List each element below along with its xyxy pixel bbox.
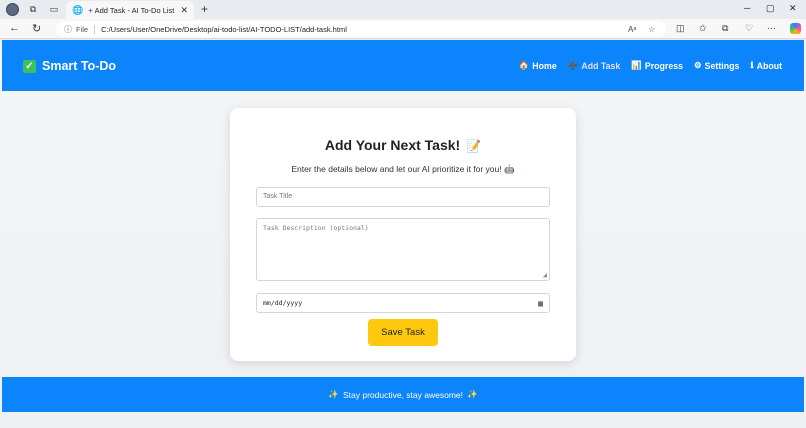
sparkles-icon: ✨ (467, 389, 478, 399)
brand-logo[interactable]: ✓ Smart To-Do (23, 59, 116, 73)
favorites-icon[interactable]: ✩ (699, 23, 707, 34)
read-aloud-icon[interactable]: Aᵃ (628, 21, 636, 37)
page: ✓ Smart To-Do 🏠 Home ➕ Add Task 📊 Progre… (0, 40, 806, 428)
task-description-placeholder: Task Description (optional) (263, 224, 369, 232)
brand-name: Smart To-Do (42, 59, 117, 73)
home-icon: 🏠 (518, 60, 530, 70)
resize-handle-icon[interactable]: ◢ (543, 271, 547, 279)
due-date-value: mm/dd/yyyy (263, 299, 303, 307)
save-task-button[interactable]: Save Task (368, 319, 438, 346)
info-icon: ℹ (750, 60, 754, 70)
file-label: File (76, 24, 96, 34)
copilot-icon[interactable] (790, 23, 801, 34)
profile-avatar[interactable] (6, 3, 19, 16)
close-tab-icon[interactable]: ✕ (180, 5, 188, 16)
tab-actions-icon[interactable]: ▭ (48, 3, 60, 15)
browser-essentials-icon[interactable]: ♡ (745, 23, 753, 34)
task-title-placeholder: Task Title (263, 193, 293, 200)
close-window-icon[interactable]: ✕ (789, 3, 797, 14)
browser-tab-bar: ⧉ ▭ 🌐 + Add Task - AI To-Do List ✕ + ─ ▢… (0, 0, 806, 19)
address-bar[interactable]: ⓘ File C:/Users/User/OneDrive/Desktop/ai… (56, 21, 666, 37)
info-icon[interactable]: ⓘ (64, 24, 72, 35)
bar-chart-icon: 📊 (631, 60, 642, 70)
nav-about-label: About (756, 60, 782, 71)
site-header: ✓ Smart To-Do 🏠 Home ➕ Add Task 📊 Progre… (2, 40, 804, 91)
nav-add-task-label: Add Task (581, 60, 621, 71)
page-title-text: Add Your Next Task! (324, 137, 461, 153)
nav-home[interactable]: 🏠 Home (519, 60, 557, 71)
add-task-card: Add Your Next Task! 📝 Enter the details b… (230, 108, 576, 361)
tab-favicon-plus-icon: + (88, 5, 93, 15)
nav-progress[interactable]: 📊 Progress (631, 60, 683, 71)
minimize-icon[interactable]: ─ (744, 3, 750, 13)
favorite-star-icon[interactable]: ☆ (648, 21, 655, 37)
robot-icon: 🤖 (504, 164, 515, 174)
collections-icon[interactable]: ⧉ (722, 23, 728, 34)
main-nav: 🏠 Home ➕ Add Task 📊 Progress ⚙ Settings … (519, 60, 782, 71)
footer-text: Stay productive, stay awesome! (342, 389, 463, 400)
site-footer: ✨ Stay productive, stay awesome! ✨ (2, 377, 804, 412)
memo-icon: 📝 (466, 139, 482, 153)
page-title: Add Your Next Task! 📝 (230, 137, 576, 153)
nav-about[interactable]: ℹ About (750, 60, 782, 71)
workspaces-icon[interactable]: ⧉ (27, 3, 39, 15)
more-options-icon[interactable]: ··· (767, 23, 776, 33)
nav-settings[interactable]: ⚙ Settings (694, 60, 739, 71)
page-subtitle: Enter the details below and let our AI p… (230, 164, 576, 175)
globe-icon: 🌐 (72, 4, 84, 15)
gear-icon: ⚙ (694, 60, 702, 70)
back-icon[interactable]: ← (9, 22, 20, 34)
browser-tab[interactable]: 🌐 + Add Task - AI To-Do List ✕ (66, 1, 194, 19)
calendar-icon[interactable]: ▦ (538, 299, 543, 308)
task-title-input[interactable]: Task Title (256, 187, 550, 207)
nav-add-task[interactable]: ➕ Add Task (568, 60, 621, 71)
nav-home-label: Home (532, 60, 557, 71)
task-description-textarea[interactable]: Task Description (optional) ◢ (256, 218, 550, 281)
address-bar-row: ← ↻ ⓘ File C:/Users/User/OneDrive/Deskto… (0, 19, 806, 39)
refresh-icon[interactable]: ↻ (32, 22, 41, 35)
page-subtitle-text: Enter the details below and let our AI p… (291, 164, 502, 174)
maximize-icon[interactable]: ▢ (766, 3, 775, 14)
sparkles-icon: ✨ (328, 389, 339, 399)
new-tab-icon[interactable]: + (201, 2, 208, 16)
split-screen-icon[interactable]: ◫ (676, 23, 685, 34)
plus-icon: ➕ (567, 60, 579, 70)
nav-settings-label: Settings (704, 60, 740, 71)
tab-title: Add Task - AI To-Do List (94, 5, 175, 15)
due-date-input[interactable]: mm/dd/yyyy ▦ (256, 293, 550, 313)
nav-progress-label: Progress (644, 60, 684, 71)
checkmark-icon: ✓ (23, 59, 36, 73)
url-text[interactable]: C:/Users/User/OneDrive/Desktop/ai-todo-l… (101, 25, 347, 34)
